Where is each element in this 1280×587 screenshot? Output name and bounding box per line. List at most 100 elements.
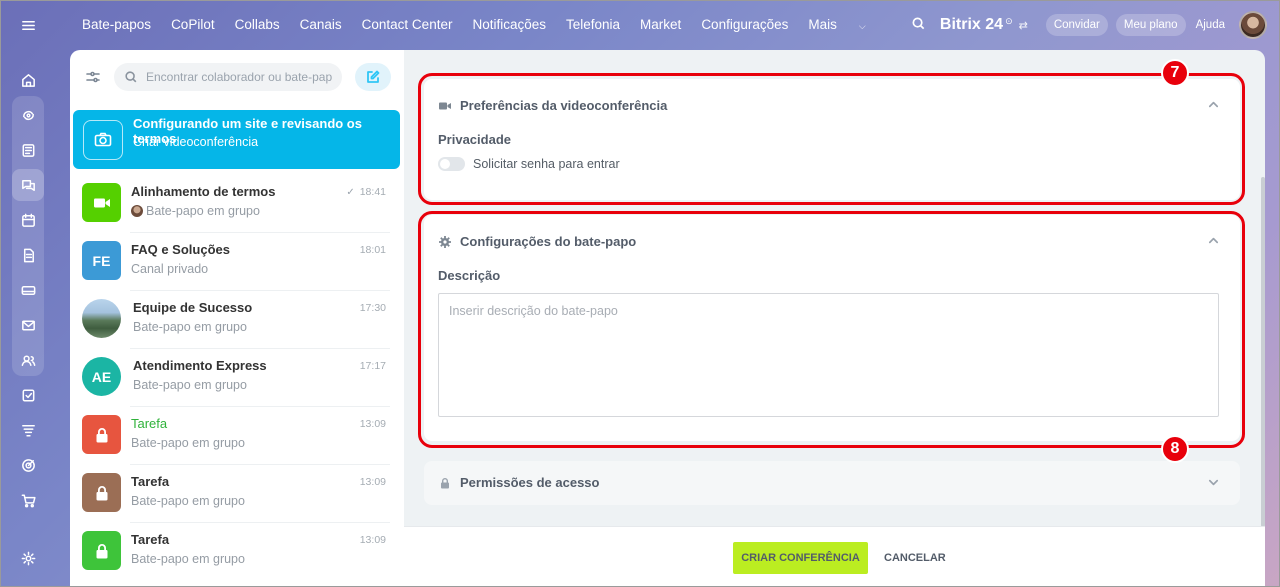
compose-icon <box>367 70 380 83</box>
contacts-icon[interactable] <box>12 344 44 376</box>
permissions-title: Permissões de acesso <box>460 475 600 490</box>
chat-list-panel: Configurando um site e revisando os term… <box>70 50 404 587</box>
annotation-badge-8: 8 <box>1161 435 1189 463</box>
invite-button[interactable]: Convidar <box>1045 14 1108 36</box>
nav-item-collabs[interactable]: Collabs <box>235 17 280 32</box>
chat-name: FAQ e Soluções <box>131 242 230 257</box>
chat-type: Canal privado <box>131 262 209 276</box>
sales-goal-icon[interactable] <box>12 449 44 481</box>
search-icon <box>125 71 137 83</box>
list-item[interactable]: Alinhamento de termos Bate-papo em grupo… <box>70 175 404 233</box>
camera-icon <box>83 120 123 160</box>
permissions-header: Permissões de acesso <box>438 475 599 490</box>
chat-time: 17:30 <box>359 302 386 314</box>
nav-item-telefonia[interactable]: Telefonia <box>566 17 620 32</box>
my-plan-button[interactable]: Meu plano <box>1115 14 1186 36</box>
list-item[interactable]: AE Atendimento Express Bate-papo em grup… <box>70 349 404 407</box>
avatar <box>131 205 143 217</box>
chat-time: 13:09 <box>359 418 386 430</box>
top-nav: Bate-papos CoPilot Collabs Canais Contac… <box>82 17 906 32</box>
chat-name: Tarefa <box>131 416 168 431</box>
lock-icon <box>82 415 121 454</box>
nav-item-canais[interactable]: Canais <box>300 17 342 32</box>
brand-status-icon: ⊙ <box>1005 15 1013 26</box>
feed-icon[interactable] <box>12 134 44 166</box>
drive-icon[interactable] <box>12 274 44 306</box>
brand-name: Bitrix 24 <box>939 16 1004 33</box>
user-avatar[interactable] <box>1239 11 1267 39</box>
filter-icon[interactable] <box>84 68 102 89</box>
cancel-button[interactable]: CANCELAR <box>882 542 948 574</box>
nav-item-copilot[interactable]: CoPilot <box>171 17 215 32</box>
nav-item-configuracoes[interactable]: Configurações <box>701 17 788 32</box>
calendar-icon[interactable] <box>12 204 44 236</box>
collab-icon[interactable] <box>12 99 44 131</box>
list-item[interactable]: Tarefa Bate-papo em grupo 13:09 <box>70 465 404 523</box>
nav-item-bate-papos[interactable]: Bate-papos <box>82 17 151 32</box>
nav-item-mais-label: Mais <box>808 17 837 32</box>
chat-search[interactable] <box>114 63 342 91</box>
active-chat-subtitle: Criar videoconferência <box>133 135 259 149</box>
chat-list-header <box>70 50 404 104</box>
chat-name: Atendimento Express <box>133 358 267 373</box>
create-conference-button[interactable]: CRIAR CONFERÊNCIA <box>733 542 868 574</box>
chat-type: Bate-papo em grupo <box>133 320 247 334</box>
list-item[interactable]: FE FAQ e Soluções Canal privado 18:01 <box>70 233 404 291</box>
chat-time: 18:01 <box>359 244 386 256</box>
cart-icon[interactable] <box>12 484 44 516</box>
list-item[interactable]: Equipe de Sucesso Bate-papo em grupo 17:… <box>70 291 404 349</box>
annotation-badge-7: 7 <box>1161 59 1189 87</box>
top-right: Bitrix 24 ⊙ ⇄ Convidar Meu plano Ajuda <box>911 11 1280 39</box>
chat-name: Equipe de Sucesso <box>133 300 253 315</box>
list-item[interactable]: Tarefa Bate-papo em grupo 13:09 <box>70 523 404 581</box>
search-icon[interactable] <box>911 16 926 34</box>
new-chat-button[interactable] <box>355 63 391 91</box>
avatar: FE <box>82 241 121 280</box>
nav-item-notificacoes[interactable]: Notificações <box>472 17 546 32</box>
brand-logo[interactable]: Bitrix 24 ⊙ ⇄ <box>940 16 1028 34</box>
chat-time: 13:09 <box>359 534 386 546</box>
tasks-icon[interactable] <box>12 379 44 411</box>
chevron-down-icon: ⌵ <box>858 21 866 31</box>
video-icon <box>82 183 121 222</box>
chevron-down-icon[interactable] <box>1207 476 1220 492</box>
scrollbar[interactable] <box>1261 177 1265 527</box>
chat-search-input[interactable] <box>146 70 332 84</box>
chat-type: Bate-papo em grupo <box>131 436 245 450</box>
home-icon[interactable] <box>12 64 44 96</box>
nav-item-mais[interactable]: Mais ⌵ <box>808 17 885 32</box>
avatar: AE <box>82 357 121 396</box>
document-icon[interactable] <box>12 239 44 271</box>
lock-icon <box>82 473 121 512</box>
list-item[interactable]: Tarefa Bate-papo em grupo 13:09 <box>70 407 404 465</box>
active-chat-item[interactable]: Configurando um site e revisando os term… <box>73 110 400 169</box>
chat-type: Bate-papo em grupo <box>133 378 247 392</box>
lock-icon <box>441 477 449 488</box>
crm-funnel-icon[interactable] <box>12 414 44 446</box>
left-rail <box>0 0 56 587</box>
menu-icon[interactable] <box>12 9 44 41</box>
chat-name: Tarefa <box>131 532 170 547</box>
top-bar: Bate-papos CoPilot Collabs Canais Contac… <box>56 0 1280 50</box>
chat-type-text: Bate-papo em grupo <box>146 204 260 218</box>
settings-icon[interactable] <box>12 542 44 574</box>
chat-type: Bate-papo em grupo <box>131 552 245 566</box>
check-icon: ✓ <box>346 186 355 198</box>
nav-item-contact-center[interactable]: Contact Center <box>362 17 453 32</box>
chat-name: Alinhamento de termos <box>131 184 276 199</box>
chat-icon[interactable] <box>12 169 44 201</box>
chat-time: 13:09 <box>359 476 386 488</box>
lock-icon <box>82 531 121 570</box>
mail-icon[interactable] <box>12 309 44 341</box>
help-button[interactable]: Ajuda <box>1196 19 1225 31</box>
highlight-box-8 <box>418 211 1245 448</box>
chat-name: Tarefa <box>131 474 170 489</box>
chat-time: 17:17 <box>359 360 386 372</box>
avatar <box>82 299 121 338</box>
nav-item-market[interactable]: Market <box>640 17 681 32</box>
chat-type: Bate-papo em grupo <box>131 494 245 508</box>
switch-icon: ⇄ <box>1018 19 1028 32</box>
permissions-card[interactable]: Permissões de acesso <box>424 461 1240 505</box>
footer-actions: CRIAR CONFERÊNCIA CANCELAR <box>404 526 1265 587</box>
chat-time-text: 18:41 <box>359 186 386 198</box>
